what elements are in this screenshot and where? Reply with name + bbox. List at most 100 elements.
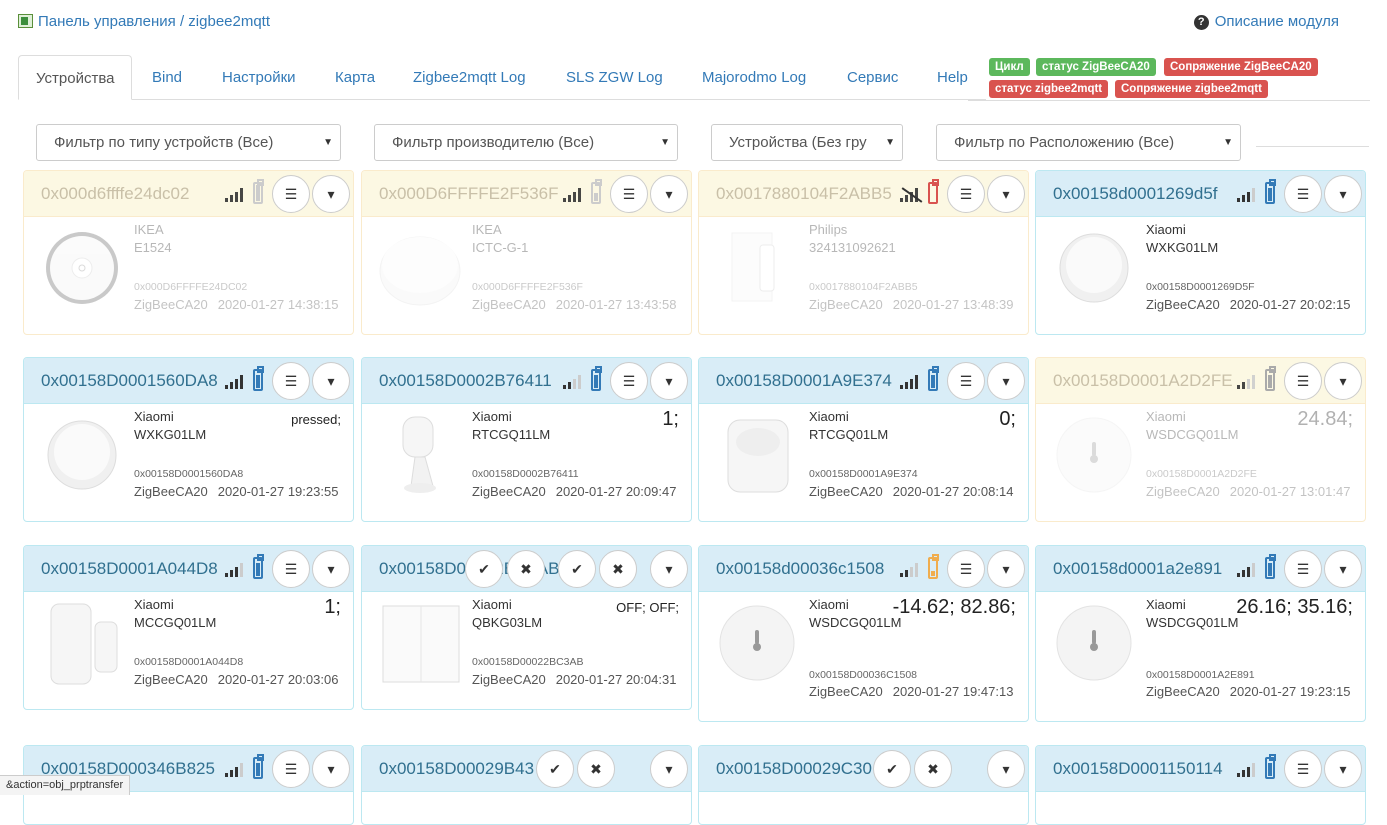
device-id-link[interactable]: 0x0017880104F2ABB5 [716, 184, 892, 204]
menu-button[interactable]: ☰ [1284, 750, 1322, 788]
tab-map[interactable]: Карта [318, 55, 392, 100]
tab-help[interactable]: Help [920, 55, 985, 100]
device-ieee: 0x00158D00022BC3AB [472, 656, 584, 668]
filter-manufacturer-select[interactable]: Фильтр производителю (Все)▼ [374, 124, 678, 161]
confirm-button[interactable]: ✔ [536, 750, 574, 788]
dropdown-button[interactable]: ▾ [650, 175, 688, 213]
breadcrumb-text[interactable]: Панель управления / zigbee2mqtt [38, 13, 270, 30]
device-card-body: Philips3241310926210x0017880104F2ABB5Zig… [699, 217, 1028, 317]
cancel-button[interactable]: ✖ [914, 750, 952, 788]
device-gateway: ZigBeeCA202020-01-27 19:23:55 [134, 484, 338, 499]
badge-pairing-zigbee2mqtt[interactable]: Сопряжение zigbee2mqtt [1115, 80, 1268, 98]
confirm-button[interactable]: ✔ [873, 750, 911, 788]
dropdown-button[interactable]: ▾ [650, 550, 688, 588]
dropdown-button[interactable]: ▾ [987, 750, 1025, 788]
device-id-link[interactable]: 0x00158D0001560DA8 [41, 371, 218, 391]
device-id-link[interactable]: 0x000d6ffffe24dc02 [41, 184, 189, 204]
dropdown-button[interactable]: ▾ [312, 750, 350, 788]
device-id-link[interactable]: 0x00158D0001150114 [1053, 759, 1223, 779]
device-model: RTCGQ11LM [472, 427, 550, 442]
dropdown-button[interactable]: ▾ [987, 175, 1025, 213]
menu-button[interactable]: ☰ [610, 362, 648, 400]
confirm-button[interactable]: ✔ [465, 550, 503, 588]
device-manufacturer: Xiaomi [472, 409, 512, 424]
signal-icon [1237, 562, 1259, 577]
badge-status-zigbeeca20[interactable]: статус ZigBeeCA20 [1036, 58, 1156, 76]
tab-settings[interactable]: Настройки [205, 55, 313, 100]
battery-icon [253, 369, 263, 391]
menu-button[interactable]: ☰ [272, 750, 310, 788]
device-card: 0x00158D0001560DA8☰▾XiaomiWXKG01LM0x0015… [23, 357, 354, 522]
badge-cycle[interactable]: Цикл [989, 58, 1030, 76]
menu-button[interactable]: ☰ [1284, 175, 1322, 213]
device-id-link[interactable]: 0x00158d0001269d5f [1053, 184, 1218, 204]
tab-bind[interactable]: Bind [135, 55, 199, 100]
menu-button[interactable]: ☰ [1284, 362, 1322, 400]
help-link-text[interactable]: Описание модуля [1215, 13, 1339, 30]
device-card-header: 0x00158D00029C30✔✖ ▾ [699, 746, 1028, 792]
menu-button[interactable]: ☰ [610, 175, 648, 213]
dropdown-button[interactable]: ▾ [650, 750, 688, 788]
device-card: 0x00158D0001A044D8☰▾XiaomiMCCGQ01LM0x001… [23, 545, 354, 710]
device-id-link[interactable]: 0x00158D00029B43 [379, 759, 534, 779]
device-id-link[interactable]: 0x00158d00036c1508 [716, 559, 884, 579]
tab-z2m-log[interactable]: Zigbee2mqtt Log [396, 55, 543, 100]
filter-location-select[interactable]: Фильтр по Расположению (Все)▼ [936, 124, 1241, 161]
device-manufacturer: Xiaomi [809, 409, 849, 424]
dropdown-button[interactable]: ▾ [1324, 362, 1362, 400]
no-signal-icon [900, 187, 922, 202]
dropdown-button[interactable]: ▾ [1324, 750, 1362, 788]
menu-button[interactable]: ☰ [272, 362, 310, 400]
device-card: 0x00158D00022BC3AB✔✖✔✖▾XiaomiQBKG03LM0x0… [361, 545, 692, 710]
tab-service[interactable]: Сервис [830, 55, 915, 100]
menu-button[interactable]: ☰ [947, 550, 985, 588]
confirm-button[interactable]: ✔ [558, 550, 596, 588]
menu-button[interactable]: ☰ [947, 362, 985, 400]
device-card-header: 0x00158D0001150114 ☰▾ [1036, 746, 1365, 792]
battery-icon [253, 557, 263, 579]
dropdown-button[interactable]: ▾ [312, 175, 350, 213]
device-id-link[interactable]: 0x00158D0001A044D8 [41, 559, 218, 579]
menu-button[interactable]: ☰ [1284, 550, 1322, 588]
device-id-link[interactable]: 0x00158D0001A9E374 [716, 371, 892, 391]
cancel-button[interactable]: ✖ [599, 550, 637, 588]
device-ieee: 0x00158D0001A044D8 [134, 656, 243, 668]
device-id-link[interactable]: 0x00158D0002B76411 [379, 371, 552, 391]
dropdown-button[interactable]: ▾ [312, 362, 350, 400]
cancel-button[interactable]: ✖ [577, 750, 615, 788]
tab-devices[interactable]: Устройства [18, 55, 132, 100]
device-ieee: 0x00158D0001560DA8 [134, 468, 243, 480]
dropdown-button[interactable]: ▾ [1324, 550, 1362, 588]
device-id-link[interactable]: 0x00158D00029C30 [716, 759, 872, 779]
device-id-link[interactable]: 0x00158d0001a2e891 [1053, 559, 1222, 579]
badge-pairing-zigbeeca20[interactable]: Сопряжение ZigBeeCA20 [1164, 58, 1318, 76]
device-id-link[interactable]: 0x00158D0001A2D2FE [1053, 371, 1233, 391]
help-link[interactable]: ?Описание модуля [1194, 13, 1339, 30]
dropdown-button[interactable]: ▾ [1324, 175, 1362, 213]
device-id-link[interactable]: 0x000D6FFFFE2F536F [379, 184, 559, 204]
device-last-seen: 2020-01-27 20:04:31 [556, 672, 677, 687]
tab-sls-log[interactable]: SLS ZGW Log [549, 55, 680, 100]
filter-type-select[interactable]: Фильтр по типу устройств (Все)▼ [36, 124, 341, 161]
device-card-header: 0x00158D0002B76411 ☰▾ [362, 358, 691, 404]
device-model: MCCGQ01LM [134, 615, 216, 630]
dropdown-button[interactable]: ▾ [312, 550, 350, 588]
menu-button[interactable]: ☰ [272, 550, 310, 588]
device-gateway: ZigBeeCA202020-01-27 20:04:31 [472, 672, 676, 687]
cancel-button[interactable]: ✖ [507, 550, 545, 588]
device-model: E1524 [134, 240, 172, 255]
badge-status-zigbee2mqtt[interactable]: статус zigbee2mqtt [989, 80, 1108, 98]
dropdown-button[interactable]: ▾ [987, 550, 1025, 588]
device-model: WXKG01LM [134, 427, 206, 442]
tab-majordomo-log[interactable]: Majorodmo Log [685, 55, 823, 100]
filter-group-select[interactable]: Устройства (Без гру▼ [711, 124, 903, 161]
signal-icon [563, 187, 585, 202]
breadcrumb[interactable]: Панель управления / zigbee2mqtt [18, 13, 270, 30]
dropdown-button[interactable]: ▾ [987, 362, 1025, 400]
device-gateway: ZigBeeCA202020-01-27 13:48:39 [809, 297, 1013, 312]
device-ieee: 0x000D6FFFFE2F536F [472, 281, 583, 293]
menu-button[interactable]: ☰ [947, 175, 985, 213]
menu-button[interactable]: ☰ [272, 175, 310, 213]
dropdown-button[interactable]: ▾ [650, 362, 688, 400]
device-gateway: ZigBeeCA202020-01-27 20:02:15 [1146, 297, 1350, 312]
